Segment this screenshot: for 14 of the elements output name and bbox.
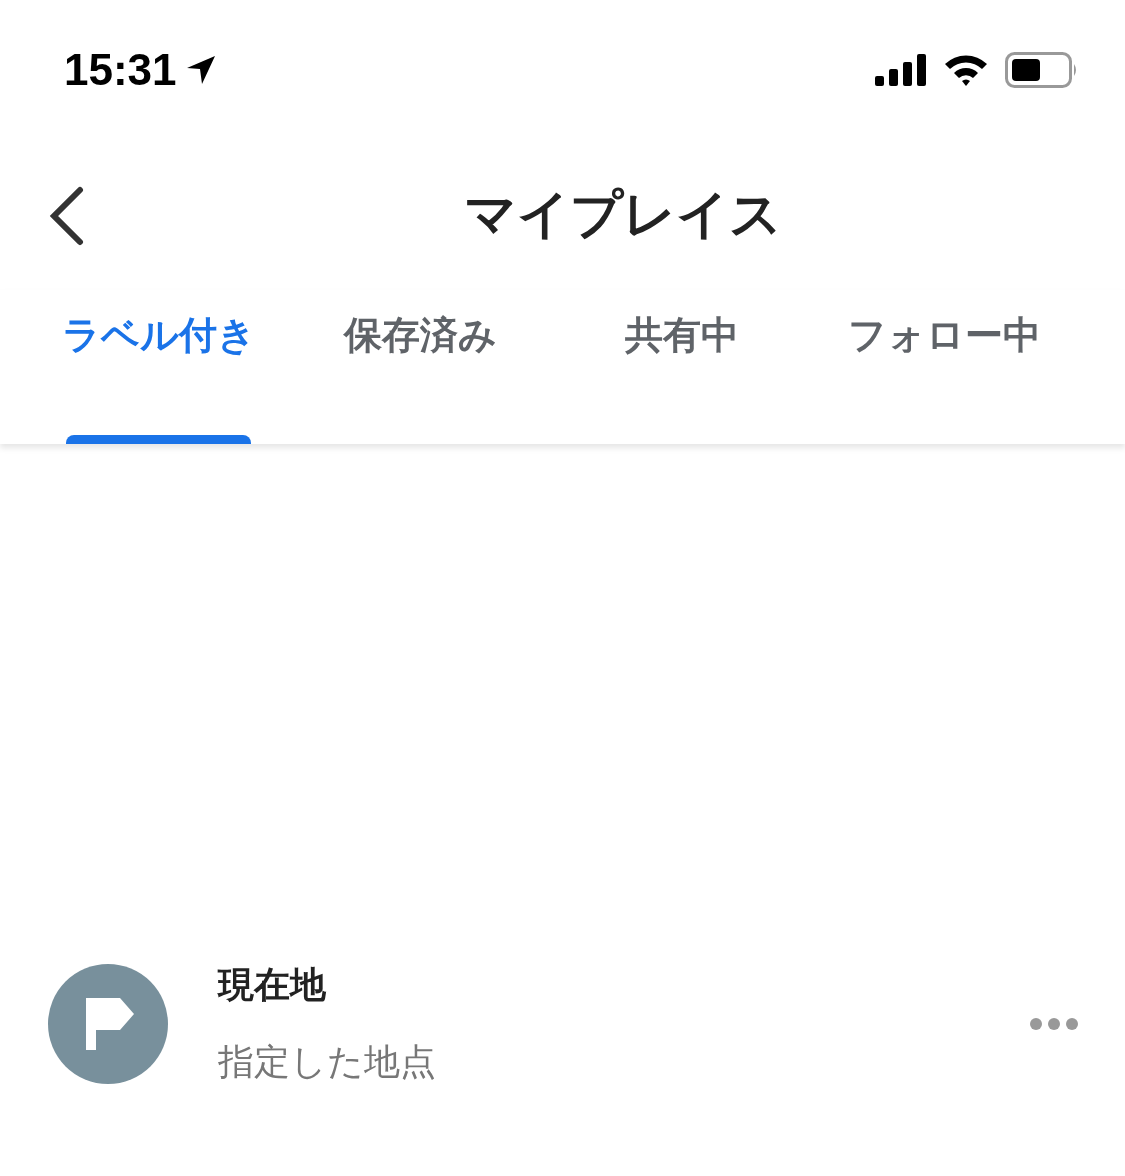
tab[interactable]: 共有中 xyxy=(625,290,740,361)
flag-icon xyxy=(48,964,168,1084)
place-name: 現在地 xyxy=(218,963,327,1007)
signal-icon xyxy=(875,54,927,86)
place-subtitle: 指定した地点 xyxy=(218,1040,437,1084)
more-icon[interactable] xyxy=(1029,1017,1079,1031)
tab[interactable]: フォロー中 xyxy=(847,290,1041,361)
wifi-icon xyxy=(943,53,989,87)
status-time: 15:31 xyxy=(64,45,177,95)
place-item[interactable]: 現在地 指定した地点 xyxy=(0,904,1125,1144)
tab[interactable]: ラベル付き xyxy=(61,290,256,361)
page-title: マイプレイス xyxy=(462,183,782,246)
tab[interactable]: 保存済み xyxy=(344,290,498,361)
battery-icon xyxy=(1005,52,1079,88)
